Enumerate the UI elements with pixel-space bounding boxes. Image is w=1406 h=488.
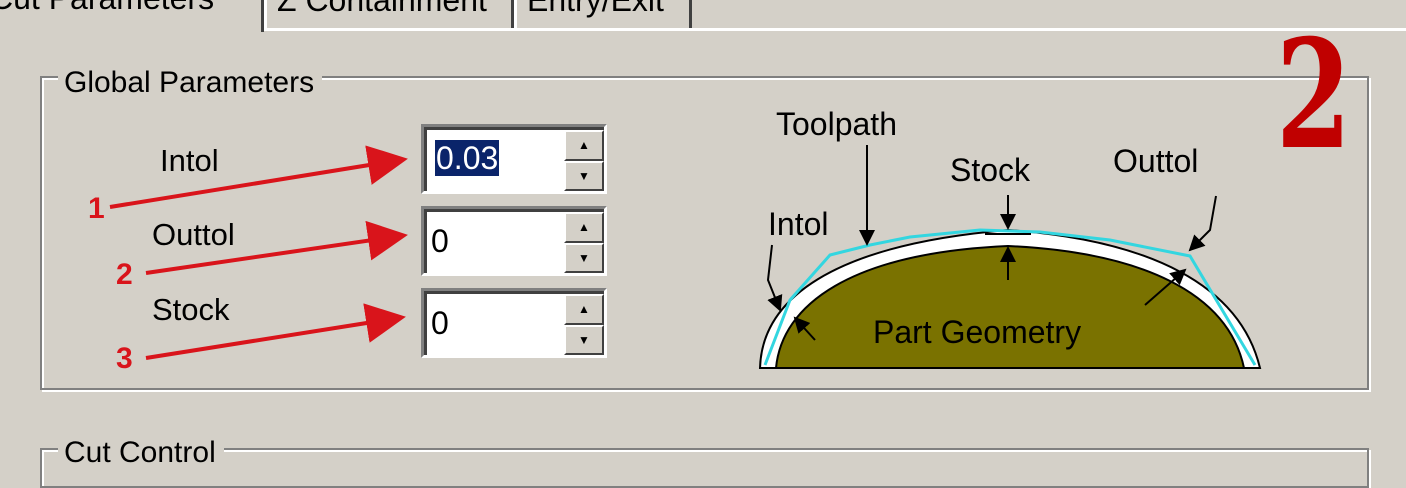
diagram-label-intol: Intol [768, 206, 829, 242]
cut-control-title: Cut Control [58, 436, 224, 470]
outtol-leader [1188, 195, 1217, 252]
diagram-label-part-geometry: Part Geometry [873, 314, 1082, 350]
diagram-label-stock: Stock [950, 152, 1031, 188]
tab-label: Cut Parameters [0, 0, 214, 16]
diagram-label-outtol: Outtol [1113, 143, 1199, 179]
intol-leader [766, 244, 783, 312]
diagram-label-toolpath: Toolpath [776, 106, 897, 142]
cut-control-group [40, 448, 1369, 488]
tolerance-diagram [758, 145, 1262, 369]
tab-cut-parameters[interactable]: Cut Parameters [0, 0, 264, 32]
